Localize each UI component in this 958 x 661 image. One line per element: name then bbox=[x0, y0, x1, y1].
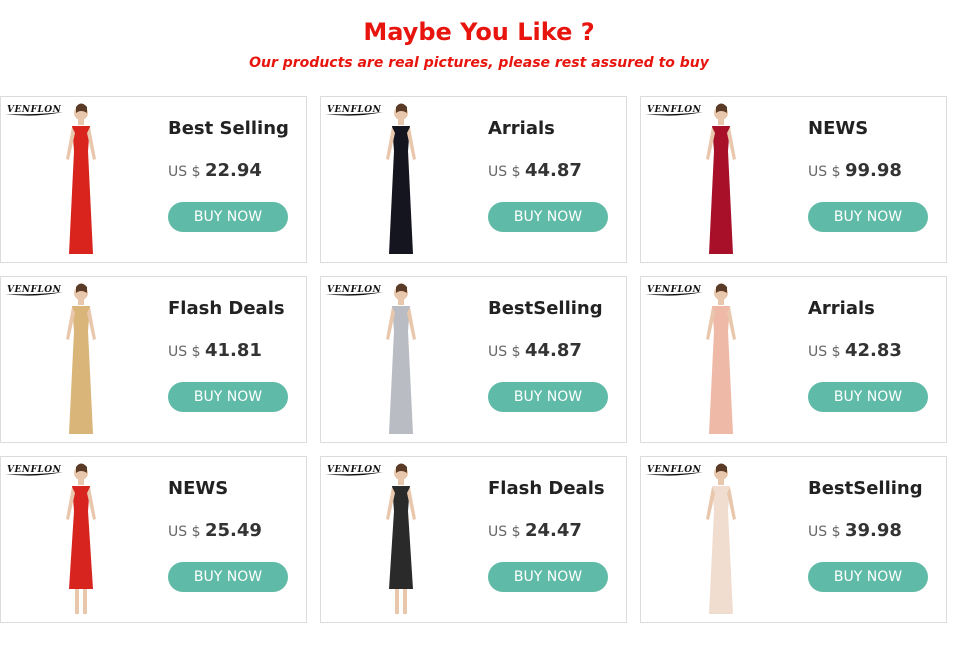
product-image[interactable]: VENFLON bbox=[321, 457, 481, 622]
product-image[interactable]: VENFLON bbox=[641, 457, 801, 622]
product-card[interactable]: VENFLON Best Selling US $ 22.94 BUY NOW bbox=[0, 96, 307, 263]
product-card[interactable]: VENFLON Arrials US $ 44.87 BUY NOW bbox=[320, 96, 627, 263]
price-row: US $ 22.94 bbox=[168, 160, 262, 181]
red-lace-dress-image bbox=[66, 463, 96, 614]
product-card[interactable]: VENFLON BestSelling US $ 39.98 BUY NOW bbox=[640, 456, 947, 623]
product-price: 41.81 bbox=[204, 340, 262, 361]
product-price: 44.87 bbox=[524, 160, 582, 181]
currency-label: US $ bbox=[168, 344, 201, 360]
buy-now-button[interactable]: BUY NOW bbox=[168, 382, 288, 412]
product-card[interactable]: VENFLON NEWS US $ 25.49 BUY NOW bbox=[0, 456, 307, 623]
product-name[interactable]: NEWS bbox=[168, 478, 228, 499]
silver-gown-image bbox=[386, 283, 416, 434]
product-name[interactable]: Arrials bbox=[808, 298, 875, 319]
currency-label: US $ bbox=[488, 164, 521, 180]
product-image[interactable]: VENFLON bbox=[641, 97, 801, 262]
product-name[interactable]: Flash Deals bbox=[488, 478, 605, 499]
currency-label: US $ bbox=[168, 524, 201, 540]
price-row: US $ 99.98 bbox=[808, 160, 902, 181]
product-price: 99.98 bbox=[844, 160, 902, 181]
product-card[interactable]: VENFLON NEWS US $ 99.98 BUY NOW bbox=[640, 96, 947, 263]
buy-now-button[interactable]: BUY NOW bbox=[168, 562, 288, 592]
currency-label: US $ bbox=[808, 164, 841, 180]
currency-label: US $ bbox=[488, 524, 521, 540]
product-image[interactable]: VENFLON bbox=[1, 277, 161, 442]
product-image[interactable]: VENFLON bbox=[1, 457, 161, 622]
product-card[interactable]: VENFLON Flash Deals US $ 41.81 BUY NOW bbox=[0, 276, 307, 443]
product-price: 42.83 bbox=[844, 340, 902, 361]
product-image[interactable]: VENFLON bbox=[321, 277, 481, 442]
page-title: Maybe You Like ? bbox=[363, 18, 595, 46]
price-row: US $ 24.47 bbox=[488, 520, 582, 541]
price-row: US $ 39.98 bbox=[808, 520, 902, 541]
price-row: US $ 44.87 bbox=[488, 160, 582, 181]
product-image[interactable]: VENFLON bbox=[321, 97, 481, 262]
product-price: 24.47 bbox=[524, 520, 582, 541]
header: Maybe You Like ? Our products are real p… bbox=[0, 0, 958, 96]
ivory-gown-image bbox=[706, 463, 736, 614]
black-gown-image bbox=[386, 103, 416, 254]
product-price: 44.87 bbox=[524, 340, 582, 361]
currency-label: US $ bbox=[168, 164, 201, 180]
product-price: 25.49 bbox=[204, 520, 262, 541]
price-row: US $ 42.83 bbox=[808, 340, 902, 361]
product-card[interactable]: VENFLON BestSelling US $ 44.87 BUY NOW bbox=[320, 276, 627, 443]
product-price: 39.98 bbox=[844, 520, 902, 541]
buy-now-button[interactable]: BUY NOW bbox=[488, 562, 608, 592]
burgundy-gown-image bbox=[706, 103, 736, 254]
product-name[interactable]: NEWS bbox=[808, 118, 868, 139]
red-gown-image bbox=[66, 103, 96, 254]
product-name[interactable]: BestSelling bbox=[488, 298, 603, 319]
product-grid: VENFLON Best Selling US $ 22.94 BUY NOW VENF… bbox=[0, 96, 958, 628]
price-row: US $ 44.87 bbox=[488, 340, 582, 361]
buy-now-button[interactable]: BUY NOW bbox=[488, 202, 608, 232]
buy-now-button[interactable]: BUY NOW bbox=[168, 202, 288, 232]
price-row: US $ 41.81 bbox=[168, 340, 262, 361]
product-name[interactable]: BestSelling bbox=[808, 478, 923, 499]
product-image[interactable]: VENFLON bbox=[1, 97, 161, 262]
currency-label: US $ bbox=[808, 524, 841, 540]
price-row: US $ 25.49 bbox=[168, 520, 262, 541]
currency-label: US $ bbox=[808, 344, 841, 360]
currency-label: US $ bbox=[488, 344, 521, 360]
buy-now-button[interactable]: BUY NOW bbox=[808, 202, 928, 232]
pink-gown-image bbox=[706, 283, 736, 434]
buy-now-button[interactable]: BUY NOW bbox=[808, 382, 928, 412]
product-price: 22.94 bbox=[204, 160, 262, 181]
fringe-dress-image bbox=[386, 463, 416, 614]
page-subtitle: Our products are real pictures, please r… bbox=[249, 55, 709, 71]
product-card[interactable]: VENFLON Flash Deals US $ 24.47 BUY NOW bbox=[320, 456, 627, 623]
gold-gown-image bbox=[66, 283, 96, 434]
buy-now-button[interactable]: BUY NOW bbox=[808, 562, 928, 592]
product-image[interactable]: VENFLON bbox=[641, 277, 801, 442]
product-name[interactable]: Best Selling bbox=[168, 118, 289, 139]
product-card[interactable]: VENFLON Arrials US $ 42.83 BUY NOW bbox=[640, 276, 947, 443]
buy-now-button[interactable]: BUY NOW bbox=[488, 382, 608, 412]
product-name[interactable]: Arrials bbox=[488, 118, 555, 139]
product-name[interactable]: Flash Deals bbox=[168, 298, 285, 319]
